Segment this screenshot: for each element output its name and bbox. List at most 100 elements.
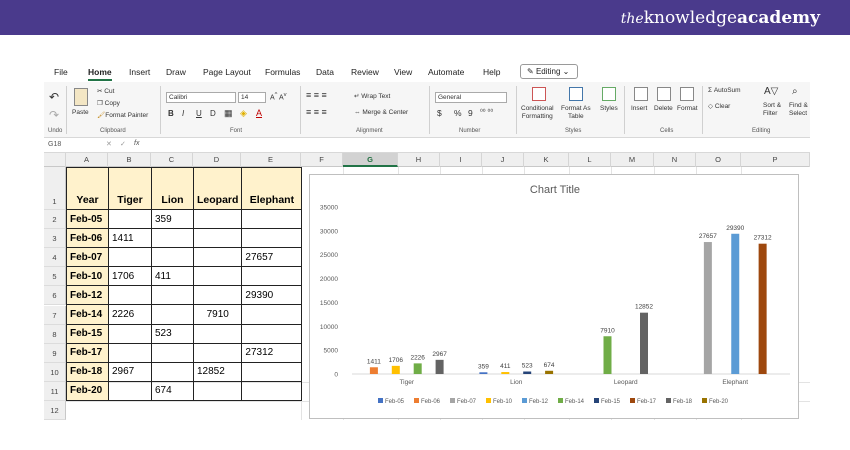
table-cell[interactable] [151, 361, 194, 382]
column-header-m[interactable]: M [611, 153, 654, 167]
table-cell[interactable]: Feb-12 [66, 285, 109, 306]
table-cell[interactable] [192, 323, 243, 344]
header-leopard[interactable]: Leopard [192, 167, 243, 210]
table-cell[interactable] [241, 266, 303, 287]
find-select-button[interactable]: Find & Select [789, 102, 808, 118]
row-header-10[interactable]: 10 [44, 362, 66, 382]
table-cell[interactable]: 2967 [108, 361, 152, 382]
legend-label[interactable]: Feb-10 [493, 399, 513, 405]
table-cell[interactable] [108, 247, 152, 268]
autosum-button[interactable]: Σ AutoSum [708, 87, 741, 94]
table-cell[interactable]: 27657 [241, 247, 303, 268]
table-cell[interactable] [192, 266, 243, 287]
table-cell[interactable] [151, 342, 194, 363]
row-header-9[interactable]: 9 [44, 343, 66, 363]
table-cell[interactable] [151, 285, 194, 306]
comma-button[interactable]: 9 [468, 108, 473, 118]
decimal-icon[interactable]: ⁰⁰ ⁰⁰ [480, 108, 493, 116]
legend-label[interactable]: Feb-06 [421, 399, 441, 405]
bar-lion-feb-20[interactable] [545, 370, 554, 374]
cut-button[interactable]: ✂ Cut [97, 87, 114, 95]
table-cell[interactable] [108, 285, 152, 306]
row-header-2[interactable]: 2 [44, 210, 66, 230]
table-cell[interactable] [192, 285, 243, 306]
header-tiger[interactable]: Tiger [108, 167, 152, 210]
table-cell[interactable] [241, 361, 303, 382]
currency-button[interactable]: $ [437, 108, 442, 118]
bar-leopard-feb-14[interactable] [603, 336, 612, 374]
table-cell[interactable]: Feb-10 [66, 266, 109, 287]
legend-label[interactable]: Feb-20 [709, 399, 729, 405]
sort-filter-button[interactable]: Sort & Filter [763, 102, 781, 118]
table-cell[interactable]: Feb-14 [66, 304, 109, 325]
table-cell[interactable] [241, 380, 303, 401]
percent-button[interactable]: % [454, 108, 462, 118]
merge-center-button[interactable]: ⇔ Merge & Center [354, 109, 408, 116]
editing-mode-button[interactable]: ✎ Editing ⌄ [520, 64, 578, 79]
table-cell[interactable]: Feb-17 [66, 342, 109, 363]
menu-formulas[interactable]: Formulas [265, 67, 300, 77]
column-header-d[interactable]: D [193, 153, 241, 167]
table-cell[interactable]: Feb-06 [66, 228, 109, 249]
row-header-3[interactable]: 3 [44, 229, 66, 249]
bold-button[interactable]: B [168, 109, 174, 118]
font-size-select[interactable]: 14 [238, 92, 266, 103]
double-underline-icon[interactable]: D [210, 109, 216, 118]
legend-label[interactable]: Feb-07 [457, 399, 477, 405]
table-cell[interactable] [192, 208, 243, 230]
bar-lion-feb-10[interactable] [501, 372, 510, 374]
table-cell[interactable]: 411 [151, 266, 194, 287]
format-painter-button[interactable]: 🖌Format Painter [97, 111, 148, 119]
cell-styles-button[interactable]: Styles [600, 105, 618, 112]
table-cell[interactable] [241, 323, 303, 344]
insert-cells-button[interactable]: Insert [631, 105, 647, 112]
menu-data[interactable]: Data [316, 67, 334, 77]
paste-button[interactable]: Paste [72, 109, 89, 116]
column-header-k[interactable]: K [524, 153, 569, 167]
table-cell[interactable]: Feb-20 [66, 380, 109, 401]
underline-button[interactable]: U [196, 109, 202, 118]
table-cell[interactable]: 674 [151, 380, 194, 401]
bar-lion-feb-05[interactable] [479, 372, 488, 374]
copy-button[interactable]: ❐ Copy [97, 99, 120, 107]
font-color-icon[interactable]: A [256, 108, 262, 118]
row-header-4[interactable]: 4 [44, 248, 66, 268]
column-header-e[interactable]: E [241, 153, 301, 167]
row-header-12[interactable]: 12 [44, 401, 66, 420]
table-cell[interactable] [108, 380, 152, 401]
row-header-11[interactable]: 11 [44, 381, 66, 401]
legend-label[interactable]: Feb-14 [565, 399, 585, 405]
table-cell[interactable] [192, 342, 243, 363]
column-header-h[interactable]: H [398, 153, 440, 167]
italic-button[interactable]: I [182, 109, 184, 118]
column-header-a[interactable]: A [66, 153, 108, 167]
bar-tiger-feb-18[interactable] [435, 359, 444, 374]
table-cell[interactable] [108, 342, 152, 363]
table-cell[interactable] [192, 228, 243, 249]
wrap-text-button[interactable]: ↵ Wrap Text [354, 92, 390, 100]
bar-tiger-feb-14[interactable] [413, 363, 422, 374]
bar-lion-feb-15[interactable] [523, 371, 532, 374]
redo-icon[interactable]: ↷ [49, 108, 59, 122]
table-cell[interactable]: Feb-18 [66, 361, 109, 382]
column-header-c[interactable]: C [151, 153, 193, 167]
legend-label[interactable]: Feb-05 [385, 399, 405, 405]
bar-tiger-feb-06[interactable] [369, 367, 378, 374]
table-cell[interactable] [108, 323, 152, 344]
align-left-icon[interactable]: ≡ ≡ ≡ [306, 107, 327, 117]
table-cell[interactable] [151, 228, 194, 249]
header-lion[interactable]: Lion [151, 167, 194, 210]
row-header-5[interactable]: 5 [44, 267, 66, 287]
table-cell[interactable]: Feb-05 [66, 208, 109, 230]
formula-input[interactable] [154, 140, 804, 151]
legend-label[interactable]: Feb-15 [601, 399, 621, 405]
name-box[interactable]: G18 [48, 141, 61, 148]
align-top-icon[interactable]: ≡ ≡ ≡ [306, 90, 327, 100]
legend-label[interactable]: Feb-17 [637, 399, 657, 405]
table-cell[interactable]: 523 [151, 323, 194, 344]
menu-automate[interactable]: Automate [428, 67, 464, 77]
bar-tiger-feb-10[interactable] [391, 365, 400, 374]
row-header-8[interactable]: 8 [44, 324, 66, 344]
table-cell[interactable]: 1706 [108, 266, 152, 287]
undo-icon[interactable]: ↶ [49, 90, 59, 104]
